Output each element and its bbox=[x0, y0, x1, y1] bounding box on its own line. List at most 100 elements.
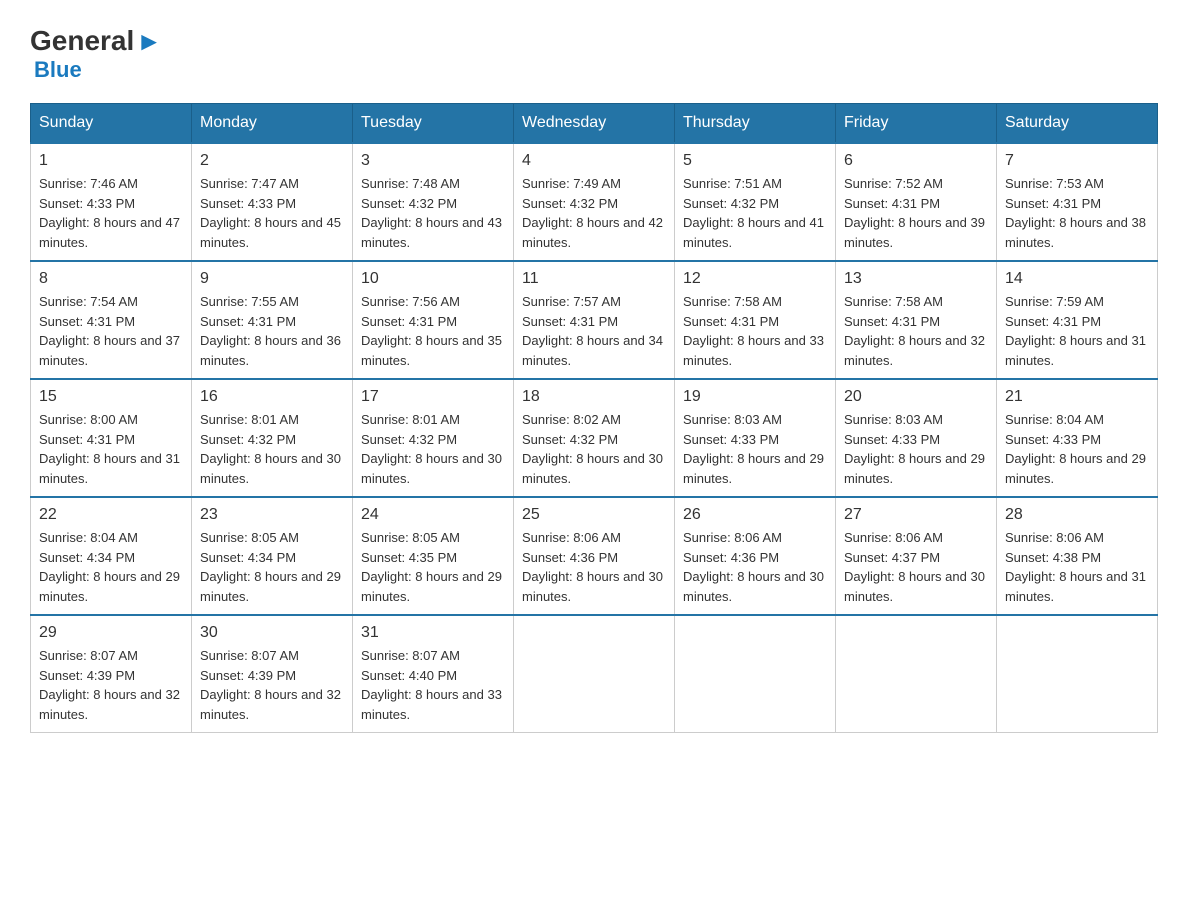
calendar-cell: 11 Sunrise: 7:57 AMSunset: 4:31 PMDayligh… bbox=[514, 261, 675, 379]
day-info: Sunrise: 8:01 AMSunset: 4:32 PMDaylight:… bbox=[361, 410, 505, 488]
day-info: Sunrise: 7:47 AMSunset: 4:33 PMDaylight:… bbox=[200, 174, 344, 252]
weekday-header-tuesday: Tuesday bbox=[353, 104, 514, 144]
weekday-header-sunday: Sunday bbox=[31, 104, 192, 144]
page-header: General ► Blue bbox=[30, 20, 1158, 83]
calendar-cell: 31 Sunrise: 8:07 AMSunset: 4:40 PMDayligh… bbox=[353, 615, 514, 733]
day-info: Sunrise: 8:06 AMSunset: 4:36 PMDaylight:… bbox=[683, 528, 827, 606]
day-info: Sunrise: 7:48 AMSunset: 4:32 PMDaylight:… bbox=[361, 174, 505, 252]
day-number: 14 bbox=[1005, 270, 1149, 288]
logo-arrow-icon: ► bbox=[136, 26, 162, 57]
calendar-cell bbox=[836, 615, 997, 733]
day-number: 20 bbox=[844, 388, 988, 406]
logo-blue: Blue bbox=[34, 57, 82, 83]
day-number: 5 bbox=[683, 152, 827, 170]
day-info: Sunrise: 8:02 AMSunset: 4:32 PMDaylight:… bbox=[522, 410, 666, 488]
day-number: 9 bbox=[200, 270, 344, 288]
calendar-week-row: 1 Sunrise: 7:46 AMSunset: 4:33 PMDaylight… bbox=[31, 143, 1158, 261]
day-number: 17 bbox=[361, 388, 505, 406]
weekday-row: SundayMondayTuesdayWednesdayThursdayFrid… bbox=[31, 104, 1158, 144]
logo-general: General bbox=[30, 25, 134, 57]
day-number: 2 bbox=[200, 152, 344, 170]
day-info: Sunrise: 8:03 AMSunset: 4:33 PMDaylight:… bbox=[683, 410, 827, 488]
day-info: Sunrise: 8:01 AMSunset: 4:32 PMDaylight:… bbox=[200, 410, 344, 488]
logo: General ► Blue bbox=[30, 20, 162, 83]
day-info: Sunrise: 7:52 AMSunset: 4:31 PMDaylight:… bbox=[844, 174, 988, 252]
calendar-cell: 17 Sunrise: 8:01 AMSunset: 4:32 PMDayligh… bbox=[353, 379, 514, 497]
day-info: Sunrise: 7:51 AMSunset: 4:32 PMDaylight:… bbox=[683, 174, 827, 252]
day-number: 6 bbox=[844, 152, 988, 170]
calendar-cell: 18Sunrise: 8:02 AMSunset: 4:32 PMDayligh… bbox=[514, 379, 675, 497]
day-number: 23 bbox=[200, 506, 344, 524]
calendar-cell: 26 Sunrise: 8:06 AMSunset: 4:36 PMDayligh… bbox=[675, 497, 836, 615]
day-number: 4 bbox=[522, 152, 666, 170]
day-number: 27 bbox=[844, 506, 988, 524]
calendar-cell: 10 Sunrise: 7:56 AMSunset: 4:31 PMDayligh… bbox=[353, 261, 514, 379]
day-number: 31 bbox=[361, 624, 505, 642]
day-number: 22 bbox=[39, 506, 183, 524]
day-info: Sunrise: 7:57 AMSunset: 4:31 PMDaylight:… bbox=[522, 292, 666, 370]
day-info: Sunrise: 8:06 AMSunset: 4:38 PMDaylight:… bbox=[1005, 528, 1149, 606]
calendar-cell: 28Sunrise: 8:06 AMSunset: 4:38 PMDayligh… bbox=[997, 497, 1158, 615]
calendar-cell: 21 Sunrise: 8:04 AMSunset: 4:33 PMDayligh… bbox=[997, 379, 1158, 497]
day-info: Sunrise: 7:49 AMSunset: 4:32 PMDaylight:… bbox=[522, 174, 666, 252]
calendar-body: 1 Sunrise: 7:46 AMSunset: 4:33 PMDaylight… bbox=[31, 143, 1158, 733]
calendar-cell: 3Sunrise: 7:48 AMSunset: 4:32 PMDaylight… bbox=[353, 143, 514, 261]
calendar-cell: 12 Sunrise: 7:58 AMSunset: 4:31 PMDayligh… bbox=[675, 261, 836, 379]
weekday-header-monday: Monday bbox=[192, 104, 353, 144]
day-info: Sunrise: 8:07 AMSunset: 4:39 PMDaylight:… bbox=[39, 646, 183, 724]
calendar-cell bbox=[514, 615, 675, 733]
logo-text: General ► bbox=[30, 25, 162, 57]
calendar-cell bbox=[675, 615, 836, 733]
day-number: 8 bbox=[39, 270, 183, 288]
day-info: Sunrise: 8:07 AMSunset: 4:39 PMDaylight:… bbox=[200, 646, 344, 724]
weekday-header-wednesday: Wednesday bbox=[514, 104, 675, 144]
calendar-week-row: 15 Sunrise: 8:00 AMSunset: 4:31 PMDayligh… bbox=[31, 379, 1158, 497]
weekday-header-thursday: Thursday bbox=[675, 104, 836, 144]
day-number: 1 bbox=[39, 152, 183, 170]
calendar-cell: 15 Sunrise: 8:00 AMSunset: 4:31 PMDayligh… bbox=[31, 379, 192, 497]
calendar-cell: 19 Sunrise: 8:03 AMSunset: 4:33 PMDayligh… bbox=[675, 379, 836, 497]
day-info: Sunrise: 7:58 AMSunset: 4:31 PMDaylight:… bbox=[683, 292, 827, 370]
day-info: Sunrise: 8:00 AMSunset: 4:31 PMDaylight:… bbox=[39, 410, 183, 488]
weekday-header-friday: Friday bbox=[836, 104, 997, 144]
calendar-cell bbox=[997, 615, 1158, 733]
day-info: Sunrise: 8:04 AMSunset: 4:33 PMDaylight:… bbox=[1005, 410, 1149, 488]
day-info: Sunrise: 8:05 AMSunset: 4:35 PMDaylight:… bbox=[361, 528, 505, 606]
calendar-cell: 6 Sunrise: 7:52 AMSunset: 4:31 PMDaylight… bbox=[836, 143, 997, 261]
calendar-week-row: 8 Sunrise: 7:54 AMSunset: 4:31 PMDaylight… bbox=[31, 261, 1158, 379]
day-number: 13 bbox=[844, 270, 988, 288]
day-number: 24 bbox=[361, 506, 505, 524]
day-number: 26 bbox=[683, 506, 827, 524]
day-info: Sunrise: 7:54 AMSunset: 4:31 PMDaylight:… bbox=[39, 292, 183, 370]
calendar-cell: 1 Sunrise: 7:46 AMSunset: 4:33 PMDaylight… bbox=[31, 143, 192, 261]
calendar-cell: 30 Sunrise: 8:07 AMSunset: 4:39 PMDayligh… bbox=[192, 615, 353, 733]
day-number: 25 bbox=[522, 506, 666, 524]
day-info: Sunrise: 7:56 AMSunset: 4:31 PMDaylight:… bbox=[361, 292, 505, 370]
day-info: Sunrise: 7:46 AMSunset: 4:33 PMDaylight:… bbox=[39, 174, 183, 252]
calendar-cell: 4 Sunrise: 7:49 AMSunset: 4:32 PMDaylight… bbox=[514, 143, 675, 261]
day-number: 7 bbox=[1005, 152, 1149, 170]
calendar-header: SundayMondayTuesdayWednesdayThursdayFrid… bbox=[31, 104, 1158, 144]
day-number: 16 bbox=[200, 388, 344, 406]
calendar-cell: 27Sunrise: 8:06 AMSunset: 4:37 PMDayligh… bbox=[836, 497, 997, 615]
day-info: Sunrise: 8:07 AMSunset: 4:40 PMDaylight:… bbox=[361, 646, 505, 724]
calendar-week-row: 22 Sunrise: 8:04 AMSunset: 4:34 PMDayligh… bbox=[31, 497, 1158, 615]
calendar-cell: 5 Sunrise: 7:51 AMSunset: 4:32 PMDaylight… bbox=[675, 143, 836, 261]
day-number: 10 bbox=[361, 270, 505, 288]
day-number: 21 bbox=[1005, 388, 1149, 406]
day-number: 15 bbox=[39, 388, 183, 406]
calendar-cell: 8 Sunrise: 7:54 AMSunset: 4:31 PMDaylight… bbox=[31, 261, 192, 379]
weekday-header-saturday: Saturday bbox=[997, 104, 1158, 144]
calendar-cell: 9Sunrise: 7:55 AMSunset: 4:31 PMDaylight… bbox=[192, 261, 353, 379]
calendar-table: SundayMondayTuesdayWednesdayThursdayFrid… bbox=[30, 103, 1158, 733]
calendar-cell: 23Sunrise: 8:05 AMSunset: 4:34 PMDayligh… bbox=[192, 497, 353, 615]
calendar-cell: 25Sunrise: 8:06 AMSunset: 4:36 PMDayligh… bbox=[514, 497, 675, 615]
day-info: Sunrise: 7:53 AMSunset: 4:31 PMDaylight:… bbox=[1005, 174, 1149, 252]
calendar-cell: 20Sunrise: 8:03 AMSunset: 4:33 PMDayligh… bbox=[836, 379, 997, 497]
day-info: Sunrise: 8:04 AMSunset: 4:34 PMDaylight:… bbox=[39, 528, 183, 606]
day-number: 12 bbox=[683, 270, 827, 288]
calendar-week-row: 29Sunrise: 8:07 AMSunset: 4:39 PMDayligh… bbox=[31, 615, 1158, 733]
day-number: 30 bbox=[200, 624, 344, 642]
day-number: 11 bbox=[522, 270, 666, 288]
day-number: 19 bbox=[683, 388, 827, 406]
